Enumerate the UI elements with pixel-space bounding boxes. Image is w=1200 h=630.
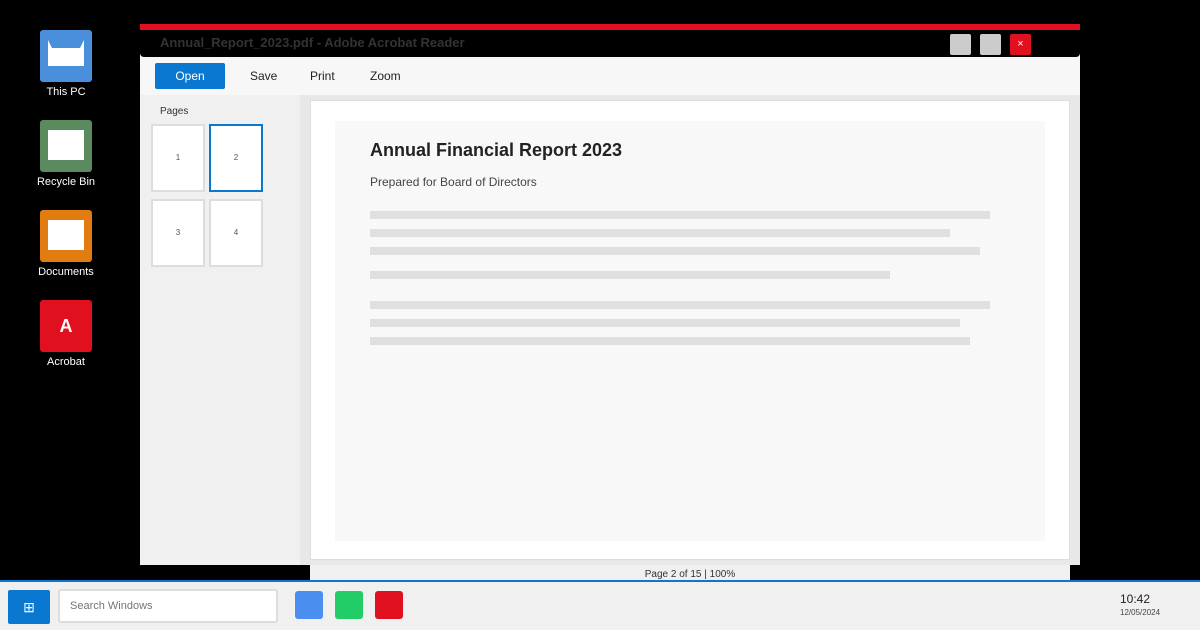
desktop-icon-recycle-bin[interactable]: Recycle Bin bbox=[30, 120, 102, 188]
acrobat-window: Annual_Report_2023.pdf - Adobe Acrobat R… bbox=[140, 24, 1080, 565]
clock-time: 10:42 bbox=[1120, 592, 1151, 606]
page-thumbnail-4[interactable]: 4 bbox=[209, 199, 263, 267]
recycle-bin-icon bbox=[40, 120, 92, 172]
open-button[interactable]: Open bbox=[155, 63, 225, 89]
taskbar-app-acrobat[interactable] bbox=[375, 591, 403, 619]
search-input[interactable] bbox=[58, 589, 278, 623]
acrobat-icon: A bbox=[40, 300, 92, 352]
desktop-icon-label: Acrobat bbox=[47, 356, 85, 368]
taskbar-app-messaging[interactable] bbox=[335, 591, 363, 619]
document-subtitle: Prepared for Board of Directors bbox=[370, 175, 537, 189]
desktop-icon-label: Documents bbox=[38, 266, 94, 278]
page-thumbnail-1[interactable]: 1 bbox=[151, 124, 205, 192]
document-viewer[interactable]: Annual Financial Report 2023 Prepared fo… bbox=[300, 95, 1080, 565]
maximize-button[interactable] bbox=[980, 34, 1001, 55]
status-bar: Page 2 of 15 | 100% bbox=[310, 565, 1070, 581]
sidebar-heading: Pages bbox=[160, 106, 189, 117]
minimize-button[interactable] bbox=[950, 34, 971, 55]
desktop-icon-this-pc[interactable]: This PC bbox=[30, 30, 102, 98]
close-button[interactable]: × bbox=[1010, 34, 1031, 55]
start-button[interactable]: ⊞ bbox=[8, 590, 50, 624]
taskbar-app-browser[interactable] bbox=[295, 591, 323, 619]
desktop-icon-documents[interactable]: Documents bbox=[30, 210, 102, 278]
desktop-icon-acrobat[interactable]: A Acrobat bbox=[30, 300, 102, 368]
page-thumbnail-3[interactable]: 3 bbox=[151, 199, 205, 267]
text-line-placeholder bbox=[370, 271, 890, 279]
print-button[interactable]: Print bbox=[310, 63, 335, 89]
clock-date: 12/05/2024 bbox=[1120, 608, 1161, 617]
text-line-placeholder bbox=[370, 301, 990, 309]
text-line-placeholder bbox=[370, 211, 990, 219]
computer-icon bbox=[40, 30, 92, 82]
text-line-placeholder bbox=[370, 229, 950, 237]
page-thumbnail-2[interactable]: 2 bbox=[209, 124, 263, 192]
page-content: Annual Financial Report 2023 Prepared fo… bbox=[335, 121, 1045, 541]
toolbar: Open Save Print Zoom bbox=[140, 57, 1080, 95]
folder-icon bbox=[40, 210, 92, 262]
document-page: Annual Financial Report 2023 Prepared fo… bbox=[310, 100, 1070, 560]
document-title: Annual Financial Report 2023 bbox=[370, 140, 623, 160]
text-line-placeholder bbox=[370, 247, 980, 255]
desktop-icon-label: This PC bbox=[46, 86, 86, 98]
taskbar: ⊞ 10:42 12/05/2024 bbox=[0, 580, 1200, 630]
title-bar[interactable]: Annual_Report_2023.pdf - Adobe Acrobat R… bbox=[140, 24, 1080, 57]
window-title: Annual_Report_2023.pdf - Adobe Acrobat R… bbox=[160, 35, 465, 50]
text-line-placeholder bbox=[370, 337, 970, 345]
desktop-icon-label: Recycle Bin bbox=[36, 176, 96, 188]
zoom-button[interactable]: Zoom bbox=[370, 63, 401, 89]
pages-sidebar: Pages 1 2 3 4 bbox=[140, 95, 300, 565]
save-button[interactable]: Save bbox=[250, 63, 277, 89]
text-line-placeholder bbox=[370, 319, 960, 327]
